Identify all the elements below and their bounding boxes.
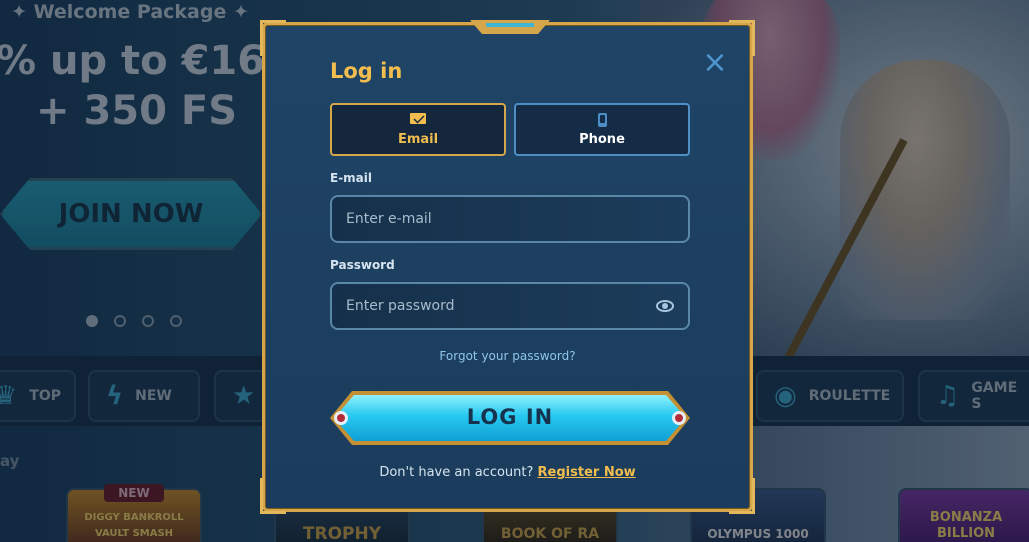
frame-corner bbox=[729, 478, 755, 514]
no-account-text: Don't have an account? bbox=[379, 465, 534, 480]
password-field[interactable] bbox=[346, 298, 656, 314]
login-modal: Log in × Email Phone E-mail Password For… bbox=[260, 20, 755, 514]
forgot-password-link[interactable]: Forgot your password? bbox=[439, 349, 575, 363]
frame-corner bbox=[260, 20, 286, 56]
email-label: E-mail bbox=[330, 171, 373, 185]
frame-corner bbox=[729, 20, 755, 56]
eye-icon[interactable] bbox=[656, 300, 674, 312]
email-field-wrapper bbox=[330, 195, 690, 243]
tab-email[interactable]: Email bbox=[330, 103, 506, 156]
frame-corner bbox=[260, 478, 286, 514]
forgot-password-link-row: Forgot your password? bbox=[265, 349, 750, 363]
tab-phone[interactable]: Phone bbox=[514, 103, 690, 156]
tab-phone-label: Phone bbox=[579, 131, 625, 147]
tab-email-label: Email bbox=[397, 131, 439, 147]
password-label: Password bbox=[330, 258, 395, 272]
login-button-label: LOG IN bbox=[466, 405, 554, 429]
envelope-icon bbox=[410, 112, 426, 129]
password-field-wrapper bbox=[330, 282, 690, 330]
login-button[interactable]: LOG IN bbox=[330, 391, 690, 445]
modal-title: Log in bbox=[330, 59, 403, 83]
phone-icon bbox=[597, 112, 607, 129]
login-method-tabs: Email Phone bbox=[330, 103, 690, 156]
close-icon[interactable]: × bbox=[702, 48, 728, 78]
register-now-link[interactable]: Register Now bbox=[538, 465, 636, 480]
frame-top-ornament bbox=[470, 20, 550, 34]
email-field[interactable] bbox=[346, 211, 674, 227]
register-row: Don't have an account? Register Now bbox=[265, 465, 750, 480]
